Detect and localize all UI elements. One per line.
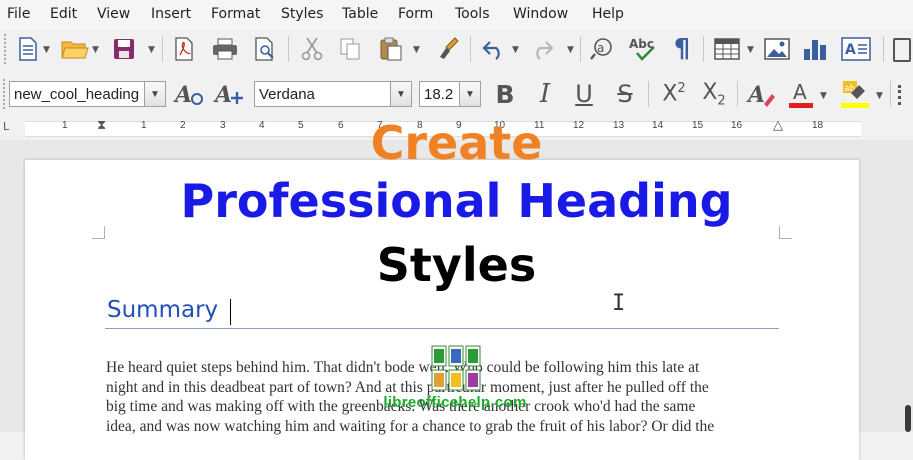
folder-open-icon[interactable] bbox=[60, 36, 90, 62]
watermark-logo: libreofficehelp.com bbox=[370, 344, 540, 424]
chevron-down-icon[interactable]: ▼ bbox=[148, 45, 155, 55]
menu-table[interactable]: Table bbox=[342, 6, 378, 22]
menu-view[interactable]: View bbox=[97, 6, 130, 22]
font-name-select[interactable]: Verdana ▼ bbox=[254, 81, 412, 107]
menu-insert[interactable]: Insert bbox=[151, 6, 191, 22]
save-icon[interactable] bbox=[110, 36, 138, 62]
font-color-icon[interactable]: A bbox=[786, 79, 816, 109]
svg-text:A: A bbox=[173, 82, 192, 108]
formatting-marks-icon[interactable]: ¶ bbox=[668, 34, 696, 64]
watermark-text: libreofficehelp.com bbox=[383, 394, 527, 411]
italic-icon[interactable]: I bbox=[528, 79, 562, 109]
toolbar-separator bbox=[648, 81, 649, 107]
svg-text:A: A bbox=[793, 80, 807, 104]
scrollbar-thumb[interactable] bbox=[905, 405, 911, 432]
toolbar-separator bbox=[580, 36, 581, 62]
insert-textbox-icon[interactable]: A bbox=[840, 36, 872, 62]
highlight-color-icon[interactable]: ab bbox=[838, 79, 872, 109]
copy-icon[interactable] bbox=[336, 36, 364, 62]
find-replace-icon[interactable]: a bbox=[588, 36, 618, 62]
list-icon[interactable] bbox=[898, 85, 911, 105]
chevron-down-icon[interactable]: ▼ bbox=[390, 82, 411, 106]
chevron-down-icon[interactable]: ▼ bbox=[512, 45, 519, 55]
spelling-icon[interactable]: Abc bbox=[626, 34, 660, 64]
toolbar-separator bbox=[703, 36, 704, 62]
chevron-down-icon[interactable]: ▼ bbox=[43, 45, 50, 55]
cut-icon[interactable] bbox=[298, 36, 326, 62]
menu-bar: File Edit View Insert Format Styles Tabl… bbox=[0, 0, 913, 30]
svg-text:A: A bbox=[845, 42, 856, 58]
menu-form[interactable]: Form bbox=[398, 6, 433, 22]
insert-chart-icon[interactable] bbox=[800, 36, 830, 62]
menu-window[interactable]: Window bbox=[513, 6, 568, 22]
chevron-down-icon[interactable]: ▼ bbox=[820, 91, 827, 101]
toolbar-separator bbox=[162, 36, 163, 62]
bold-icon[interactable]: B bbox=[488, 79, 522, 109]
font-name-value: Verdana bbox=[259, 86, 315, 103]
toolbar-separator bbox=[470, 36, 471, 62]
clear-formatting-icon[interactable]: A bbox=[744, 79, 778, 109]
redo-icon[interactable] bbox=[528, 36, 556, 62]
paste-icon[interactable] bbox=[376, 36, 406, 62]
chevron-down-icon[interactable]: ▼ bbox=[567, 45, 574, 55]
menu-format[interactable]: Format bbox=[211, 6, 260, 22]
standard-toolbar: ▼ ▼ ▼ ▼ ▼ ▼ a Abc ¶ ▼ A bbox=[0, 30, 913, 70]
font-size-value: 18.2 bbox=[424, 86, 454, 103]
toolbar-grip[interactable] bbox=[4, 34, 10, 64]
menu-file[interactable]: File bbox=[7, 6, 30, 22]
paragraph-style-select[interactable]: new_cool_heading ▼ bbox=[9, 81, 166, 107]
insert-table-icon[interactable] bbox=[712, 36, 742, 62]
menu-tools[interactable]: Tools bbox=[455, 6, 490, 22]
overlay-title-line3: Styles bbox=[376, 238, 537, 292]
svg-text:A: A bbox=[213, 82, 232, 108]
clone-formatting-icon[interactable] bbox=[436, 36, 462, 62]
chevron-down-icon[interactable]: ▼ bbox=[876, 91, 883, 101]
chevron-down-icon[interactable]: ▼ bbox=[747, 45, 754, 55]
new-style-icon[interactable]: A bbox=[212, 79, 246, 109]
more-icon[interactable] bbox=[893, 38, 911, 62]
toolbar-separator bbox=[737, 81, 738, 107]
chevron-down-icon[interactable]: ▼ bbox=[144, 82, 165, 106]
insert-image-icon[interactable] bbox=[762, 36, 792, 62]
update-style-icon[interactable]: A bbox=[172, 79, 206, 109]
subscript-icon[interactable]: X2 bbox=[696, 79, 732, 109]
menu-styles[interactable]: Styles bbox=[281, 6, 323, 22]
svg-text:Abc: Abc bbox=[629, 37, 654, 51]
chevron-down-icon[interactable]: ▼ bbox=[413, 45, 420, 55]
chevron-down-icon[interactable]: ▼ bbox=[459, 82, 480, 106]
chevron-down-icon[interactable]: ▼ bbox=[92, 45, 99, 55]
print-preview-icon[interactable] bbox=[250, 36, 280, 62]
underline-icon[interactable]: U bbox=[567, 79, 601, 109]
overlay-title-line2: Professional Heading bbox=[180, 174, 733, 228]
overlay-title-line1: Create bbox=[370, 116, 543, 170]
heading-underline bbox=[105, 328, 779, 329]
strikethrough-icon[interactable]: S bbox=[608, 79, 642, 109]
paragraph-style-value: new_cool_heading bbox=[14, 86, 140, 103]
superscript-icon[interactable]: X2 bbox=[656, 79, 692, 109]
export-pdf-icon[interactable] bbox=[170, 36, 198, 62]
heading-summary[interactable]: Summary bbox=[107, 297, 218, 323]
text-cursor bbox=[230, 299, 231, 325]
print-icon[interactable] bbox=[210, 36, 240, 62]
svg-text:a: a bbox=[597, 41, 604, 55]
undo-icon[interactable] bbox=[480, 36, 508, 62]
formatting-toolbar: new_cool_heading ▼ A A Verdana ▼ 18.2 ▼ … bbox=[0, 73, 913, 115]
toolbar-separator bbox=[288, 36, 289, 62]
font-size-select[interactable]: 18.2 ▼ bbox=[419, 81, 481, 107]
toolbar-separator bbox=[890, 81, 891, 107]
menu-help[interactable]: Help bbox=[592, 6, 624, 22]
document-icon[interactable] bbox=[15, 36, 41, 62]
toolbar-separator bbox=[883, 36, 884, 62]
menu-edit[interactable]: Edit bbox=[50, 6, 77, 22]
svg-text:A: A bbox=[746, 82, 765, 108]
